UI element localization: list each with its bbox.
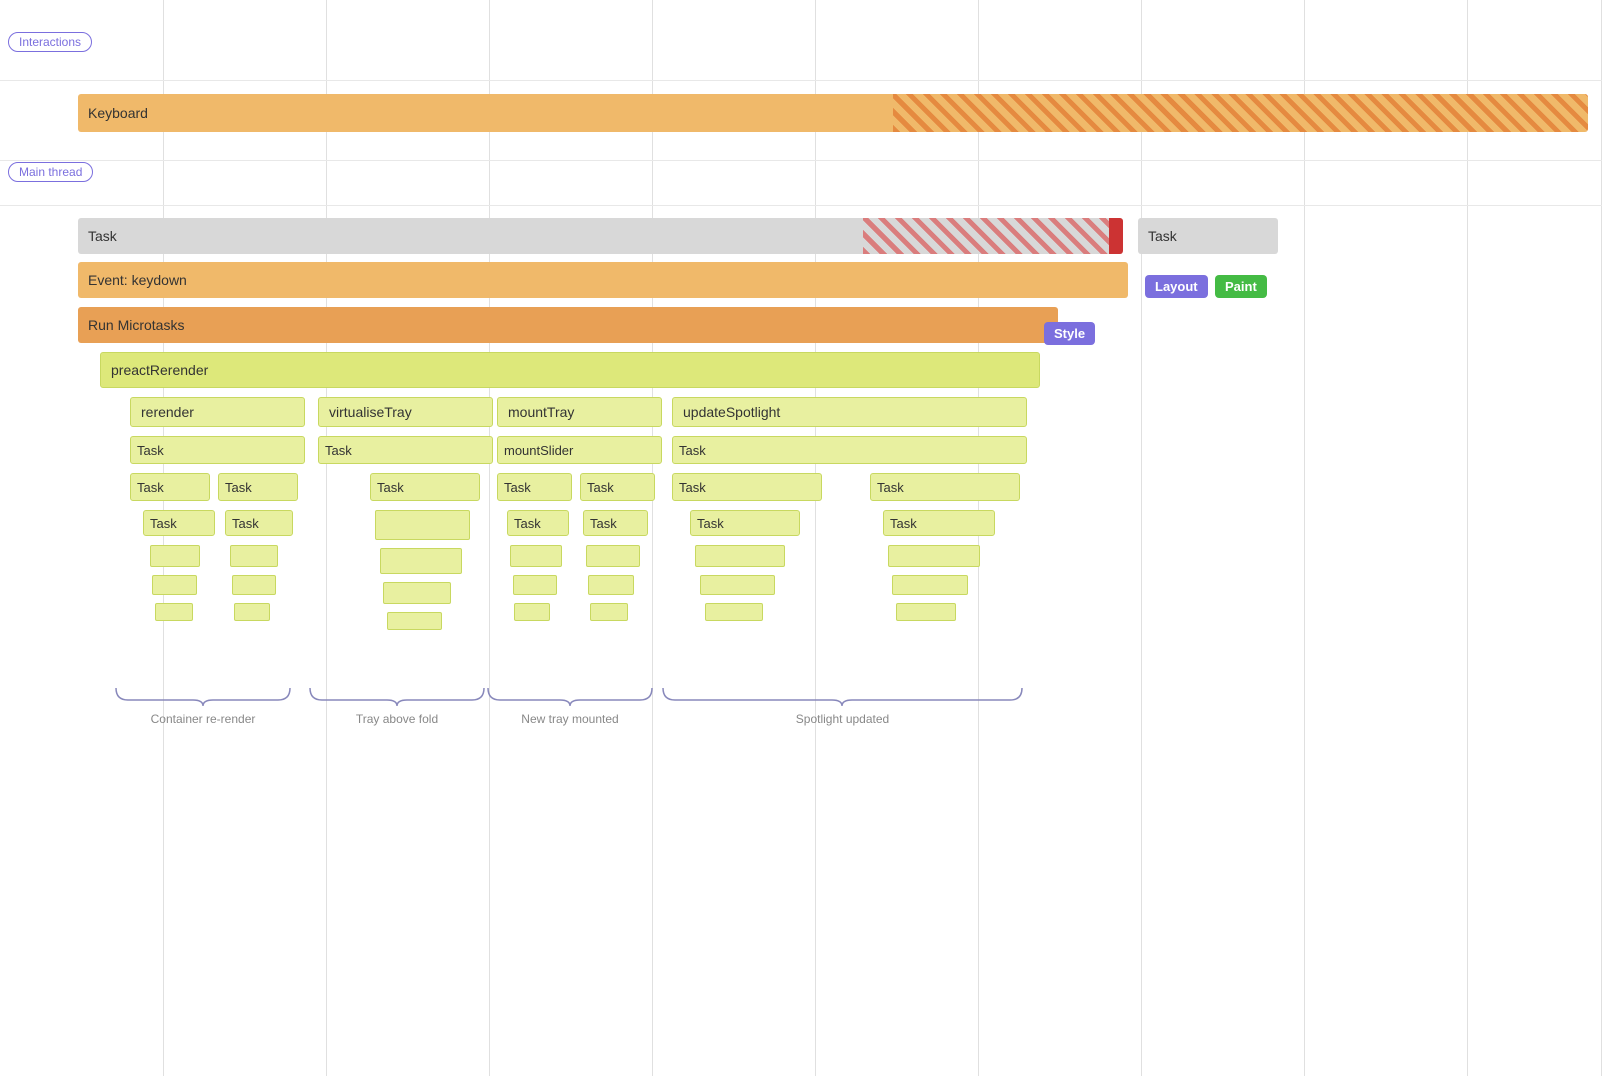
small-box-vt1 (375, 510, 470, 540)
task-box-rerender[interactable]: Task (130, 436, 305, 464)
grid-lines (0, 0, 1602, 1076)
task-box-vt2[interactable]: Task (370, 473, 480, 501)
small-box-r6 (234, 603, 270, 621)
brace-tray-above-fold (302, 680, 492, 710)
task-box-mt1[interactable]: Task (497, 473, 572, 501)
small-box-r5 (155, 603, 193, 621)
style-button[interactable]: Style (1044, 322, 1095, 345)
small-box-r1 (150, 545, 200, 567)
task-box-us3[interactable]: Task (690, 510, 800, 536)
brace-spotlight-updated (655, 680, 1030, 710)
task-box-us2[interactable]: Task (870, 473, 1020, 501)
h-line-2 (0, 160, 1602, 161)
small-box-us6 (896, 603, 956, 621)
task-box-us1[interactable]: Task (672, 473, 822, 501)
small-box-us5 (705, 603, 763, 621)
brace-new-tray-mounted (480, 680, 660, 710)
new-tray-mounted-label: New tray mounted (480, 712, 660, 726)
task-box-r2[interactable]: Task (218, 473, 298, 501)
paint-button[interactable]: Paint (1215, 275, 1267, 298)
task-box-r1[interactable]: Task (130, 473, 210, 501)
task-box-us[interactable]: Task (672, 436, 1027, 464)
small-box-r4 (232, 575, 276, 595)
small-box-r3 (152, 575, 197, 595)
task-box-mt4[interactable]: Task (583, 510, 648, 536)
task-bar-right[interactable]: Task (1138, 218, 1278, 254)
h-line-1 (0, 80, 1602, 81)
small-box-mt4 (588, 575, 634, 595)
task-box-mt3[interactable]: Task (507, 510, 569, 536)
small-box-us1 (695, 545, 785, 567)
timeline-container: Interactions Keyboard Main thread Task T… (0, 0, 1602, 1076)
main-thread-badge[interactable]: Main thread (8, 162, 93, 182)
tray-above-fold-label: Tray above fold (302, 712, 492, 726)
brace-container-rerender (108, 680, 298, 710)
small-box-us3 (700, 575, 775, 595)
container-rerender-label: Container re-render (108, 712, 298, 726)
small-box-us4 (892, 575, 968, 595)
event-keydown-bar[interactable]: Event: keydown (78, 262, 1128, 298)
small-box-mt2 (586, 545, 640, 567)
small-box-vt3 (383, 582, 451, 604)
mount-slider-box[interactable]: mountSlider (497, 436, 662, 464)
small-box-mt5 (514, 603, 550, 621)
small-box-mt6 (590, 603, 628, 621)
small-box-vt2 (380, 548, 462, 574)
h-line-3 (0, 205, 1602, 206)
keyboard-bar[interactable]: Keyboard (78, 94, 1588, 132)
layout-button[interactable]: Layout (1145, 275, 1208, 298)
task-box-r3[interactable]: Task (143, 510, 215, 536)
rerender-bar[interactable]: rerender (130, 397, 305, 427)
small-box-mt3 (513, 575, 557, 595)
spotlight-updated-label: Spotlight updated (655, 712, 1030, 726)
run-microtasks-bar[interactable]: Run Microtasks (78, 307, 1058, 343)
virtualise-tray-bar[interactable]: virtualiseTray (318, 397, 493, 427)
preact-rerender-bar[interactable]: preactRerender (100, 352, 1040, 388)
task-box-mt2[interactable]: Task (580, 473, 655, 501)
task-bar-left[interactable]: Task (78, 218, 1123, 254)
task-box-r4[interactable]: Task (225, 510, 293, 536)
update-spotlight-bar[interactable]: updateSpotlight (672, 397, 1027, 427)
small-box-r2 (230, 545, 278, 567)
small-box-us2 (888, 545, 980, 567)
small-box-vt4 (387, 612, 442, 630)
task-box-vt[interactable]: Task (318, 436, 493, 464)
small-box-mt1 (510, 545, 562, 567)
interactions-badge[interactable]: Interactions (8, 32, 92, 52)
mount-tray-bar[interactable]: mountTray (497, 397, 662, 427)
task-box-us4[interactable]: Task (883, 510, 995, 536)
